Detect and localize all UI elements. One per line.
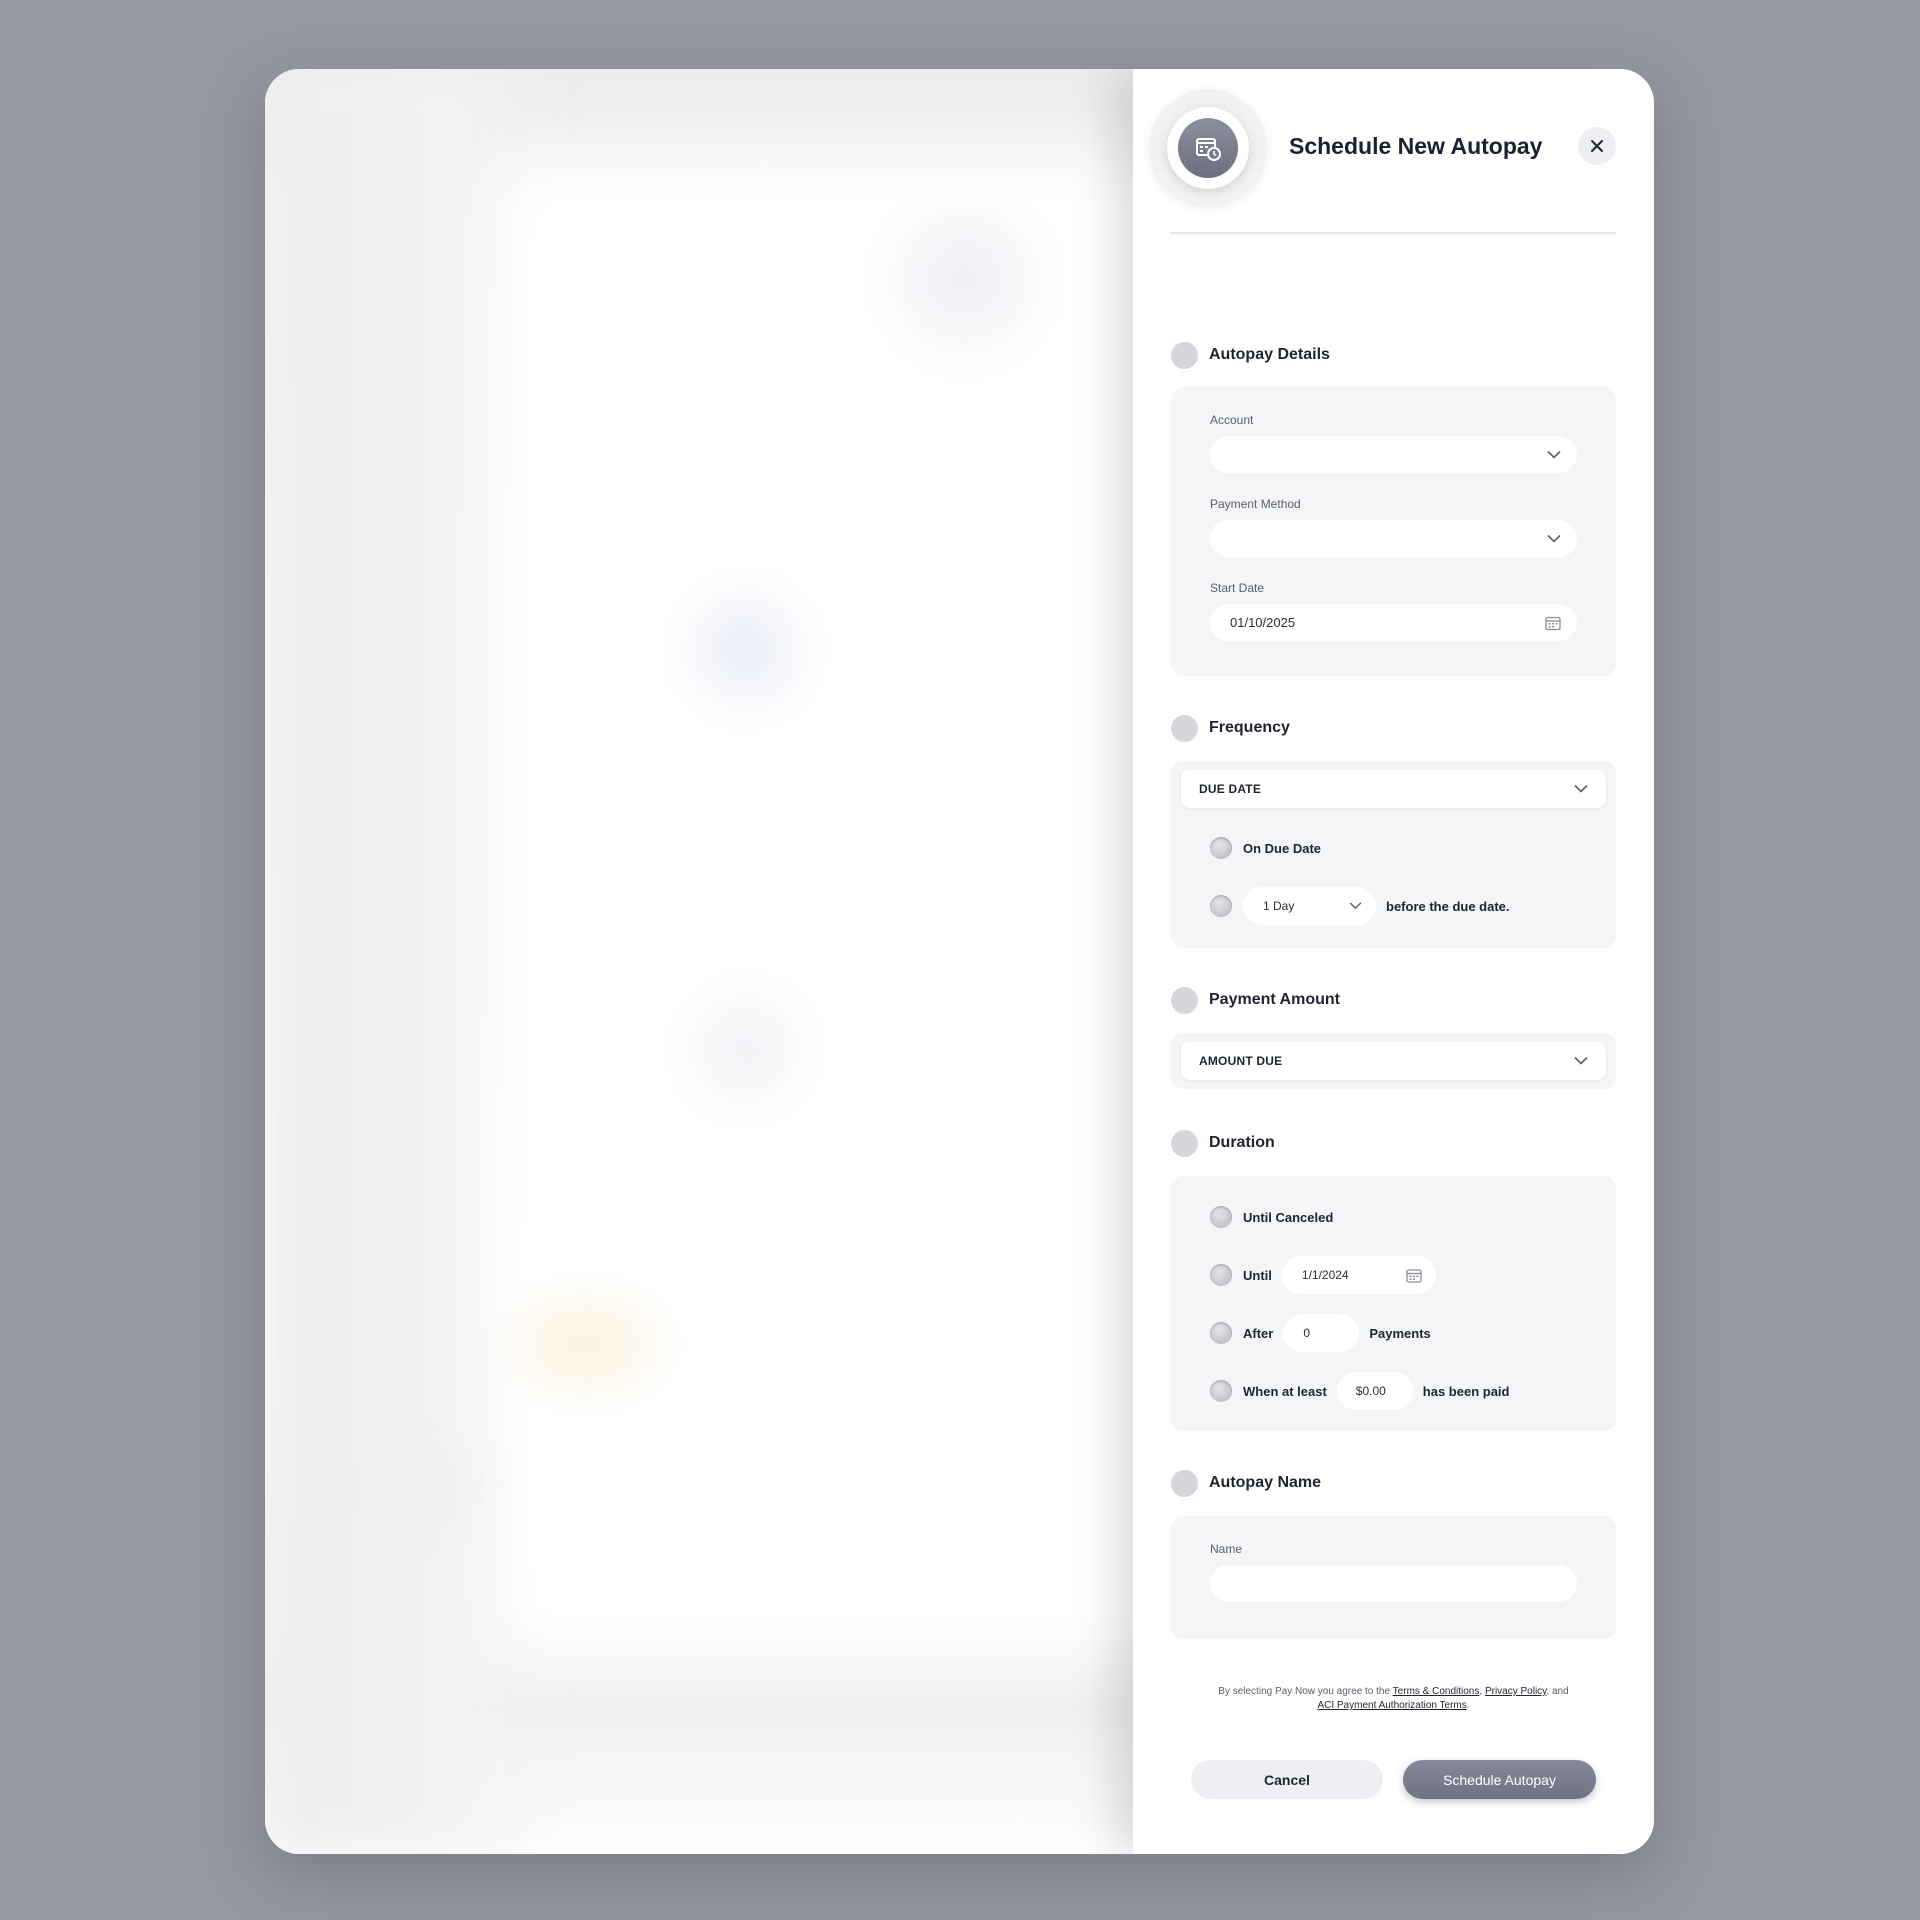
option-label: Until <box>1243 1267 1272 1283</box>
until-date-input[interactable]: 1/1/2024 <box>1281 1256 1436 1294</box>
option-days-before[interactable]: 1 Day before the due date. <box>1181 887 1606 925</box>
chevron-down-icon <box>1574 1056 1588 1065</box>
payment-amount-value: AMOUNT DUE <box>1199 1054 1283 1068</box>
close-button[interactable] <box>1578 127 1616 165</box>
autopay-calendar-icon <box>1149 89 1267 207</box>
section-step-indicator <box>1171 1469 1198 1497</box>
frequency-type-select[interactable]: DUE DATE <box>1181 770 1606 808</box>
option-until-date[interactable]: Until 1/1/2024 <box>1210 1256 1616 1294</box>
radio-days-before[interactable] <box>1210 895 1232 917</box>
blurred-background-page <box>265 69 1135 1854</box>
legal-text: By selecting Pay Now you agree to the <box>1218 1686 1393 1697</box>
until-date-value: 1/1/2024 <box>1301 1268 1349 1282</box>
section-autopay-name: Autopay Name <box>1171 1469 1321 1497</box>
chevron-down-icon <box>1574 784 1588 793</box>
legal-text: . <box>1466 1700 1470 1711</box>
drawer-title: Schedule New Autopay <box>1289 133 1543 159</box>
close-icon <box>1591 140 1603 152</box>
drawer-header: Schedule New Autopay <box>1149 69 1616 234</box>
name-label: Name <box>1210 1542 1243 1556</box>
schedule-autopay-button[interactable]: Schedule Autopay <box>1403 1760 1596 1799</box>
days-before-select[interactable]: 1 Day <box>1243 887 1376 925</box>
calendar-icon[interactable] <box>1545 615 1561 630</box>
payments-suffix: Payments <box>1369 1325 1431 1341</box>
section-title: Autopay Details <box>1209 346 1330 363</box>
amount-paid-value: $0.00 <box>1355 1384 1386 1398</box>
account-label: Account <box>1210 413 1254 427</box>
option-until-canceled[interactable]: Until Canceled <box>1210 1198 1616 1236</box>
frequency-type-value: DUE DATE <box>1199 782 1262 796</box>
option-label: When at least <box>1243 1383 1327 1399</box>
payment-amount-select[interactable]: AMOUNT DUE <box>1181 1042 1606 1080</box>
option-on-due-date[interactable]: On Due Date <box>1181 829 1606 867</box>
privacy-policy-link[interactable]: Privacy Policy <box>1485 1686 1547 1697</box>
app-window: Schedule New Autopay Autopay Details Acc… <box>265 69 1654 1854</box>
autopay-drawer: Schedule New Autopay Autopay Details Acc… <box>1133 69 1654 1854</box>
radio-until-canceled[interactable] <box>1210 1206 1232 1228</box>
option-when-at-least[interactable]: When at least $0.00 has been paid <box>1210 1372 1616 1410</box>
chevron-down-icon <box>1349 902 1362 910</box>
section-step-indicator <box>1171 714 1198 742</box>
duration-card: Until Canceled Until 1/1/2024 After 0 Pa… <box>1171 1176 1616 1431</box>
chevron-down-icon <box>1547 450 1561 459</box>
amount-paid-suffix: has been paid <box>1422 1383 1510 1399</box>
section-autopay-details: Autopay Details <box>1171 341 1330 369</box>
start-date-value: 01/10/2025 <box>1230 615 1296 630</box>
payments-count-value: 0 <box>1303 1326 1311 1340</box>
payments-count-input[interactable]: 0 <box>1283 1314 1360 1352</box>
section-payment-amount: Payment Amount <box>1171 986 1340 1014</box>
section-step-indicator <box>1171 341 1198 369</box>
payment-method-label: Payment Method <box>1210 497 1301 511</box>
days-before-value: 1 Day <box>1263 899 1295 913</box>
amount-paid-input[interactable]: $0.00 <box>1336 1372 1413 1410</box>
chevron-down-icon <box>1547 534 1561 543</box>
start-date-label: Start Date <box>1210 581 1265 595</box>
radio-after-payments[interactable] <box>1210 1322 1232 1344</box>
section-step-indicator <box>1171 1129 1198 1157</box>
section-title: Autopay Name <box>1209 1474 1322 1491</box>
autopay-name-card: Name <box>1171 1516 1616 1639</box>
payment-method-select[interactable] <box>1210 520 1577 557</box>
section-duration: Duration <box>1171 1129 1275 1157</box>
option-after-payments[interactable]: After 0 Payments <box>1210 1314 1616 1352</box>
payment-amount-card: AMOUNT DUE <box>1171 1033 1616 1089</box>
section-title: Payment Amount <box>1209 991 1340 1008</box>
radio-until-date[interactable] <box>1210 1264 1232 1286</box>
option-label: Until Canceled <box>1243 1209 1334 1225</box>
section-step-indicator <box>1171 986 1198 1014</box>
section-title: Duration <box>1209 1134 1275 1151</box>
account-select[interactable] <box>1210 436 1577 473</box>
start-date-input[interactable]: 01/10/2025 <box>1210 604 1577 641</box>
radio-on-due-date[interactable] <box>1210 837 1232 859</box>
days-before-suffix: before the due date. <box>1386 898 1510 914</box>
aci-terms-link[interactable]: ACI Payment Authorization Terms <box>1317 1700 1466 1711</box>
terms-link[interactable]: Terms & Conditions <box>1393 1686 1480 1697</box>
section-title: Frequency <box>1209 719 1290 736</box>
radio-when-at-least[interactable] <box>1210 1380 1232 1402</box>
calendar-icon[interactable] <box>1406 1268 1422 1283</box>
legal-notice: By selecting Pay Now you agree to the Te… <box>1171 1685 1616 1713</box>
option-label: After <box>1243 1325 1274 1341</box>
name-input[interactable] <box>1210 1565 1577 1602</box>
autopay-details-card: Account Payment Method Start Date 01/10/… <box>1171 387 1616 676</box>
cancel-button[interactable]: Cancel <box>1191 1760 1383 1799</box>
frequency-card: DUE DATE On Due Date 1 Day before the du… <box>1171 761 1616 948</box>
legal-text: , and <box>1546 1686 1569 1697</box>
option-label: On Due Date <box>1243 840 1322 856</box>
section-frequency: Frequency <box>1171 714 1290 742</box>
